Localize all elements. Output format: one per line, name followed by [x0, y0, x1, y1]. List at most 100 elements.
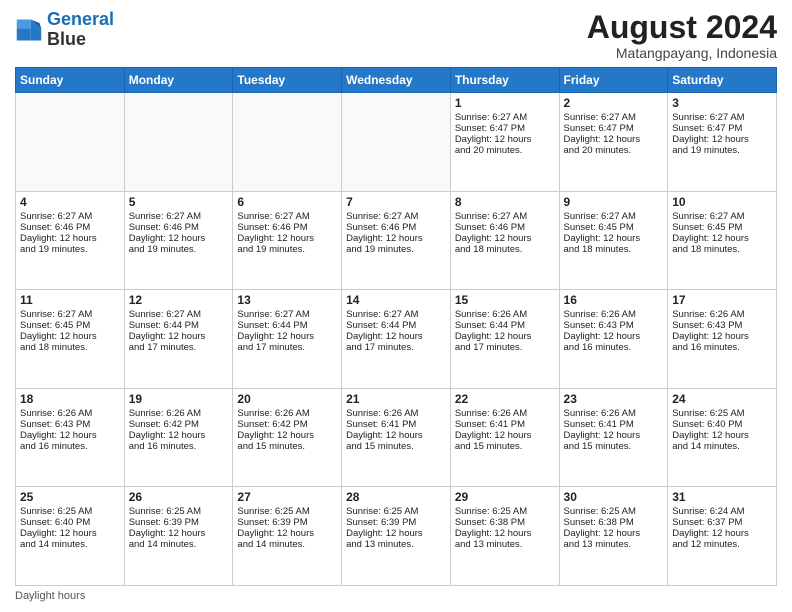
day-info-line: Sunset: 6:44 PM: [129, 320, 229, 331]
calendar-cell: 6Sunrise: 6:27 AMSunset: 6:46 PMDaylight…: [233, 191, 342, 290]
day-info-line: Sunrise: 6:27 AM: [237, 309, 337, 320]
day-info-line: Sunset: 6:41 PM: [455, 419, 555, 430]
calendar-cell: 26Sunrise: 6:25 AMSunset: 6:39 PMDayligh…: [124, 487, 233, 586]
day-info-line: Sunrise: 6:25 AM: [672, 408, 772, 419]
calendar-week-0: 1Sunrise: 6:27 AMSunset: 6:47 PMDaylight…: [16, 93, 777, 192]
logo-line2: Blue: [47, 30, 114, 50]
day-info-line: Sunset: 6:41 PM: [564, 419, 664, 430]
day-info-line: and 17 minutes.: [237, 342, 337, 353]
day-info-line: and 12 minutes.: [672, 539, 772, 550]
day-info-line: Sunset: 6:41 PM: [346, 419, 446, 430]
day-info-line: Sunrise: 6:25 AM: [455, 506, 555, 517]
logo: General Blue: [15, 10, 114, 50]
calendar-cell: 4Sunrise: 6:27 AMSunset: 6:46 PMDaylight…: [16, 191, 125, 290]
day-info-line: Daylight: 12 hours: [672, 430, 772, 441]
day-number: 27: [237, 490, 337, 504]
day-info-line: Sunset: 6:46 PM: [455, 222, 555, 233]
day-info-line: Sunset: 6:40 PM: [20, 517, 120, 528]
day-info-line: and 15 minutes.: [564, 441, 664, 452]
day-number: 9: [564, 195, 664, 209]
day-info-line: and 15 minutes.: [346, 441, 446, 452]
day-info-line: Daylight: 12 hours: [672, 331, 772, 342]
calendar-cell: 10Sunrise: 6:27 AMSunset: 6:45 PMDayligh…: [668, 191, 777, 290]
day-info-line: Sunrise: 6:26 AM: [672, 309, 772, 320]
day-info-line: Sunset: 6:37 PM: [672, 517, 772, 528]
calendar-header-tuesday: Tuesday: [233, 68, 342, 93]
calendar-header-monday: Monday: [124, 68, 233, 93]
footer-note: Daylight hours: [15, 590, 777, 602]
day-number: 24: [672, 392, 772, 406]
calendar-cell: [124, 93, 233, 192]
day-info-line: Sunset: 6:44 PM: [455, 320, 555, 331]
day-info-line: and 19 minutes.: [129, 244, 229, 255]
day-info-line: Sunrise: 6:26 AM: [20, 408, 120, 419]
title-block: August 2024 Matangpayang, Indonesia: [587, 10, 777, 61]
day-number: 15: [455, 293, 555, 307]
day-info-line: Daylight: 12 hours: [129, 528, 229, 539]
daylight-hours-label: Daylight hours: [15, 590, 85, 602]
day-info-line: Daylight: 12 hours: [20, 331, 120, 342]
day-info-line: Daylight: 12 hours: [129, 430, 229, 441]
day-info-line: Sunset: 6:46 PM: [346, 222, 446, 233]
page: General Blue August 2024 Matangpayang, I…: [0, 0, 792, 612]
day-info-line: Daylight: 12 hours: [455, 331, 555, 342]
day-info-line: Sunrise: 6:26 AM: [455, 309, 555, 320]
day-info-line: and 17 minutes.: [129, 342, 229, 353]
day-info-line: and 13 minutes.: [455, 539, 555, 550]
day-info-line: Sunset: 6:43 PM: [672, 320, 772, 331]
day-info-line: Sunset: 6:42 PM: [129, 419, 229, 430]
calendar-cell: 29Sunrise: 6:25 AMSunset: 6:38 PMDayligh…: [450, 487, 559, 586]
day-number: 11: [20, 293, 120, 307]
day-number: 8: [455, 195, 555, 209]
day-number: 7: [346, 195, 446, 209]
day-info-line: and 20 minutes.: [564, 145, 664, 156]
day-info-line: Sunrise: 6:27 AM: [455, 112, 555, 123]
day-info-line: and 19 minutes.: [672, 145, 772, 156]
day-info-line: Daylight: 12 hours: [237, 528, 337, 539]
day-number: 2: [564, 96, 664, 110]
calendar-cell: [342, 93, 451, 192]
day-info-line: Sunset: 6:39 PM: [346, 517, 446, 528]
calendar-week-3: 18Sunrise: 6:26 AMSunset: 6:43 PMDayligh…: [16, 388, 777, 487]
day-info-line: Sunset: 6:45 PM: [672, 222, 772, 233]
logo-line1: General: [47, 9, 114, 29]
day-info-line: Sunrise: 6:26 AM: [346, 408, 446, 419]
day-info-line: and 13 minutes.: [346, 539, 446, 550]
day-info-line: Daylight: 12 hours: [564, 233, 664, 244]
calendar-cell: 17Sunrise: 6:26 AMSunset: 6:43 PMDayligh…: [668, 290, 777, 389]
day-info-line: Sunrise: 6:27 AM: [20, 211, 120, 222]
calendar-header-saturday: Saturday: [668, 68, 777, 93]
day-info-line: Sunset: 6:38 PM: [564, 517, 664, 528]
day-info-line: and 17 minutes.: [346, 342, 446, 353]
day-info-line: Sunrise: 6:25 AM: [346, 506, 446, 517]
calendar-cell: 31Sunrise: 6:24 AMSunset: 6:37 PMDayligh…: [668, 487, 777, 586]
calendar-cell: 19Sunrise: 6:26 AMSunset: 6:42 PMDayligh…: [124, 388, 233, 487]
day-info-line: Sunrise: 6:25 AM: [237, 506, 337, 517]
day-info-line: Daylight: 12 hours: [237, 233, 337, 244]
calendar-cell: 3Sunrise: 6:27 AMSunset: 6:47 PMDaylight…: [668, 93, 777, 192]
day-info-line: Daylight: 12 hours: [455, 528, 555, 539]
day-number: 5: [129, 195, 229, 209]
day-number: 4: [20, 195, 120, 209]
day-info-line: and 14 minutes.: [20, 539, 120, 550]
calendar-cell: [16, 93, 125, 192]
day-info-line: Sunset: 6:44 PM: [237, 320, 337, 331]
day-info-line: Daylight: 12 hours: [129, 233, 229, 244]
day-number: 21: [346, 392, 446, 406]
day-info-line: Daylight: 12 hours: [20, 528, 120, 539]
calendar-cell: 1Sunrise: 6:27 AMSunset: 6:47 PMDaylight…: [450, 93, 559, 192]
day-info-line: Sunset: 6:46 PM: [20, 222, 120, 233]
day-info-line: Sunrise: 6:27 AM: [564, 112, 664, 123]
day-info-line: Sunrise: 6:27 AM: [564, 211, 664, 222]
calendar-cell: 30Sunrise: 6:25 AMSunset: 6:38 PMDayligh…: [559, 487, 668, 586]
day-info-line: and 14 minutes.: [129, 539, 229, 550]
day-info-line: Sunrise: 6:24 AM: [672, 506, 772, 517]
calendar-cell: 12Sunrise: 6:27 AMSunset: 6:44 PMDayligh…: [124, 290, 233, 389]
day-info-line: Daylight: 12 hours: [346, 528, 446, 539]
day-info-line: and 20 minutes.: [455, 145, 555, 156]
day-info-line: Sunset: 6:43 PM: [564, 320, 664, 331]
day-info-line: Sunrise: 6:26 AM: [455, 408, 555, 419]
header: General Blue August 2024 Matangpayang, I…: [15, 10, 777, 61]
day-info-line: Sunset: 6:45 PM: [564, 222, 664, 233]
day-number: 1: [455, 96, 555, 110]
